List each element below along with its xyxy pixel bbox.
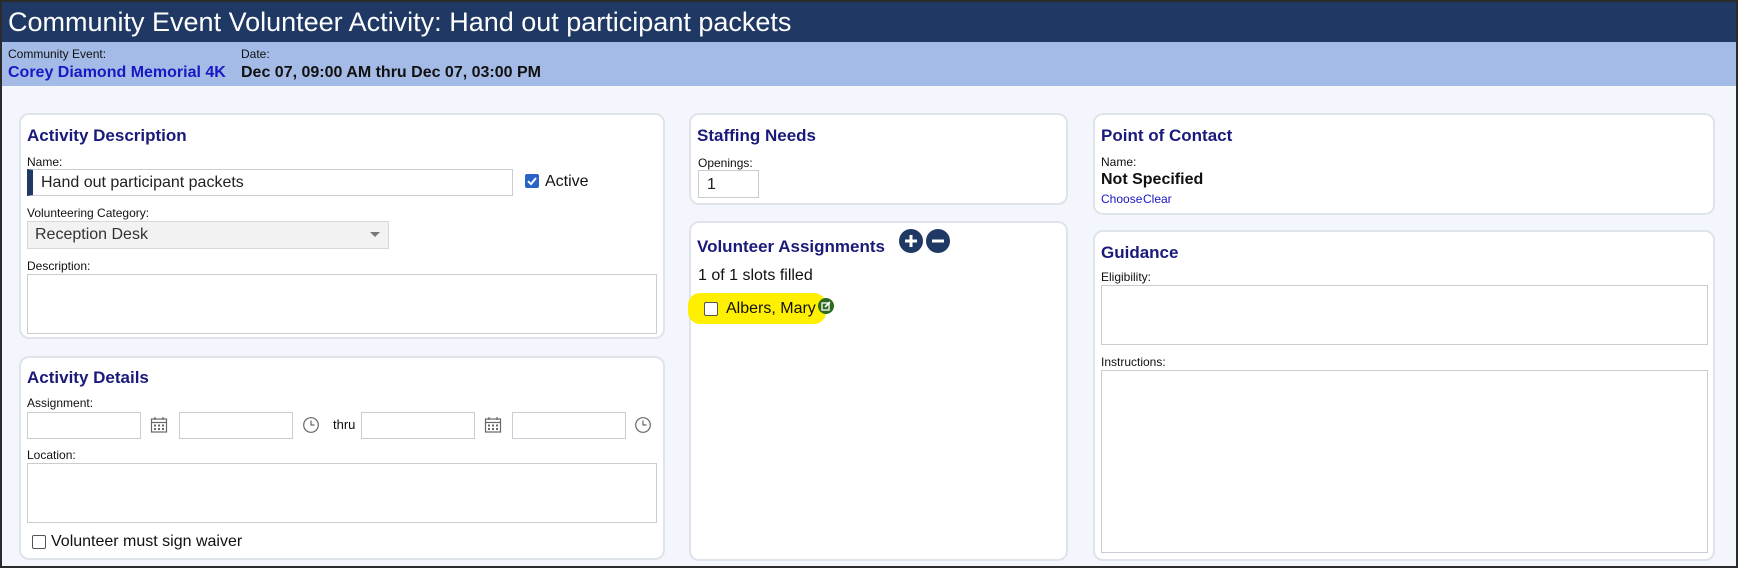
calendar-icon[interactable] (484, 416, 502, 439)
instructions-textarea[interactable] (1101, 370, 1708, 553)
activity-details-panel: Activity Details Assignment: thru Locati… (19, 356, 665, 560)
name-label: Name: (27, 155, 63, 169)
window-frame: Community Event Volunteer Activity: Hand… (0, 0, 1738, 568)
activity-description-panel: Activity Description Name: Hand out part… (19, 113, 665, 339)
start-date-input[interactable] (27, 412, 141, 439)
guidance-panel: Guidance Eligibility: Instructions: (1093, 230, 1715, 561)
description-textarea[interactable] (27, 274, 657, 334)
event-label: Community Event: (8, 47, 107, 61)
staffing-needs-panel: Staffing Needs Openings: 1 (689, 113, 1068, 205)
start-time-input[interactable] (179, 412, 293, 439)
add-volunteer-button[interactable] (899, 229, 923, 258)
event-info-bar: Community Event: Corey Diamond Memorial … (2, 42, 1736, 86)
point-of-contact-title: Point of Contact (1101, 126, 1233, 145)
calendar-icon[interactable] (150, 416, 168, 439)
contact-name-value: Not Specified (1101, 171, 1204, 188)
volunteer-name[interactable]: Albers, Mary (726, 300, 816, 318)
volunteer-assignments-panel: Volunteer Assignments 1 of 1 slots fille… (688, 221, 1068, 561)
active-checkbox[interactable] (525, 174, 539, 188)
minus-circle-icon (926, 229, 950, 253)
staffing-needs-title: Staffing Needs (697, 126, 817, 145)
location-textarea[interactable] (27, 463, 657, 523)
active-label: Active (545, 173, 589, 190)
point-of-contact-panel: Point of Contact Name: Not Specified Cho… (1093, 113, 1715, 215)
name-input[interactable]: Hand out participant packets (27, 169, 513, 196)
openings-label: Openings: (698, 156, 753, 170)
event-info: Community Event: Corey Diamond Memorial … (8, 47, 226, 82)
contact-name-label: Name: (1101, 155, 1137, 169)
eligibility-textarea[interactable] (1101, 285, 1708, 345)
activity-description-title: Activity Description (27, 126, 187, 145)
page-title: Community Event Volunteer Activity: Hand… (2, 2, 1736, 42)
date-value: Dec 07, 09:00 AM thru Dec 07, 03:00 PM (241, 64, 541, 81)
instructions-label: Instructions: (1101, 355, 1166, 369)
activity-details-title: Activity Details (27, 368, 149, 387)
end-date-input[interactable] (361, 412, 475, 439)
waiver-checkbox[interactable] (32, 535, 46, 549)
clear-contact-link[interactable]: Clear (1143, 192, 1172, 206)
checkmark-icon (527, 177, 537, 186)
waiver-label: Volunteer must sign waiver (51, 533, 243, 550)
category-value: Reception Desk (35, 226, 148, 243)
edit-icon[interactable] (818, 298, 834, 319)
choose-contact-link[interactable]: Choose (1101, 192, 1142, 206)
category-select[interactable]: Reception Desk (27, 221, 389, 249)
clock-icon[interactable] (302, 416, 320, 439)
end-time-input[interactable] (512, 412, 626, 439)
category-label: Volunteering Category: (27, 206, 150, 220)
clock-icon[interactable] (634, 416, 652, 439)
assignment-label: Assignment: (27, 396, 94, 410)
date-label: Date: (241, 47, 270, 61)
location-label: Location: (27, 448, 76, 462)
volunteer-checkbox[interactable] (704, 302, 718, 316)
eligibility-label: Eligibility: (1101, 270, 1152, 284)
chevron-down-icon (370, 232, 380, 237)
date-info: Date: Dec 07, 09:00 AM thru Dec 07, 03:0… (241, 47, 541, 82)
openings-input[interactable]: 1 (698, 170, 759, 198)
guidance-title: Guidance (1101, 243, 1179, 262)
event-link[interactable]: Corey Diamond Memorial 4K (8, 64, 226, 82)
description-label: Description: (27, 259, 91, 273)
slots-filled-text: 1 of 1 slots filled (698, 267, 813, 284)
plus-circle-icon (899, 229, 923, 253)
remove-volunteer-button[interactable] (926, 229, 950, 258)
thru-label: thru (333, 417, 356, 432)
volunteer-assignments-title: Volunteer Assignments (697, 237, 885, 256)
